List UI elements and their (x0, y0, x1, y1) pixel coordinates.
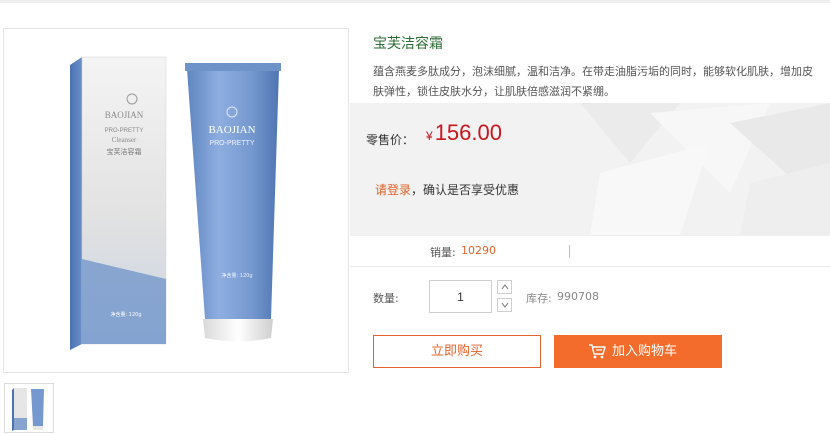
login-hint-text: ，确认是否享受优惠 (411, 183, 520, 197)
sales-divider (569, 245, 570, 258)
price-label: 零售价： (366, 133, 415, 147)
tube-brand-text: BAOJIAN (208, 124, 255, 136)
currency-symbol: ¥ (426, 129, 433, 143)
quantity-label: 数量: (373, 292, 399, 305)
quantity-decrease-button[interactable] (497, 298, 512, 312)
chevron-down-icon (501, 302, 509, 308)
quantity-input[interactable] (429, 280, 492, 313)
cart-icon (589, 344, 606, 359)
buy-now-button[interactable]: 立即购买 (373, 335, 541, 368)
product-photo: BAOJIAN PRO-PRETTY Cleanser 宝芙洁容霜 净含量: 1… (70, 56, 281, 350)
price-panel-background (580, 103, 830, 235)
price-panel: 零售价： ¥156.00 请登录，确认是否享受优惠 (350, 103, 830, 235)
stock-label: 库存: (526, 292, 552, 305)
stock-value: 990708 (557, 290, 599, 303)
top-divider (0, 0, 830, 3)
product-title: 宝芙洁容霜 (373, 36, 443, 52)
box-name-text: 宝芙洁容霜 (107, 147, 142, 156)
sales-value: 10290 (461, 244, 496, 257)
login-hint: 请登录，确认是否享受优惠 (375, 181, 519, 198)
box-weight-text: 净含量: 120g (111, 311, 142, 318)
product-description: 蕴含燕麦多肽成分，泡沫细腻，温和洁净。在带走油脂污垢的同时，能够软化肌肤，增加皮… (373, 65, 813, 98)
add-to-cart-label: 加入购物车 (612, 344, 678, 359)
add-to-cart-button[interactable]: 加入购物车 (554, 335, 722, 368)
chevron-up-icon (501, 284, 509, 290)
sales-label: 销量: (430, 246, 456, 259)
sales-row: 销量: 10290 (350, 235, 830, 267)
price-amount: 156.00 (434, 120, 502, 145)
quantity-increase-button[interactable] (497, 280, 512, 294)
thumbnail-photo (12, 388, 44, 431)
product-main-image[interactable]: BAOJIAN PRO-PRETTY Cleanser 宝芙洁容霜 净含量: 1… (3, 28, 349, 373)
price-value: ¥156.00 (426, 120, 502, 146)
box-line-text: PRO-PRETTY (105, 128, 144, 134)
login-link[interactable]: 请登录 (375, 183, 411, 197)
product-thumbnail[interactable] (4, 383, 54, 433)
tube-line-text: PRO-PRETTY (209, 140, 254, 147)
box-brand-text: BAOJIAN (105, 110, 144, 120)
tube-weight-text: 净含量: 120g (222, 272, 253, 279)
box-type-text: Cleanser (112, 136, 137, 144)
